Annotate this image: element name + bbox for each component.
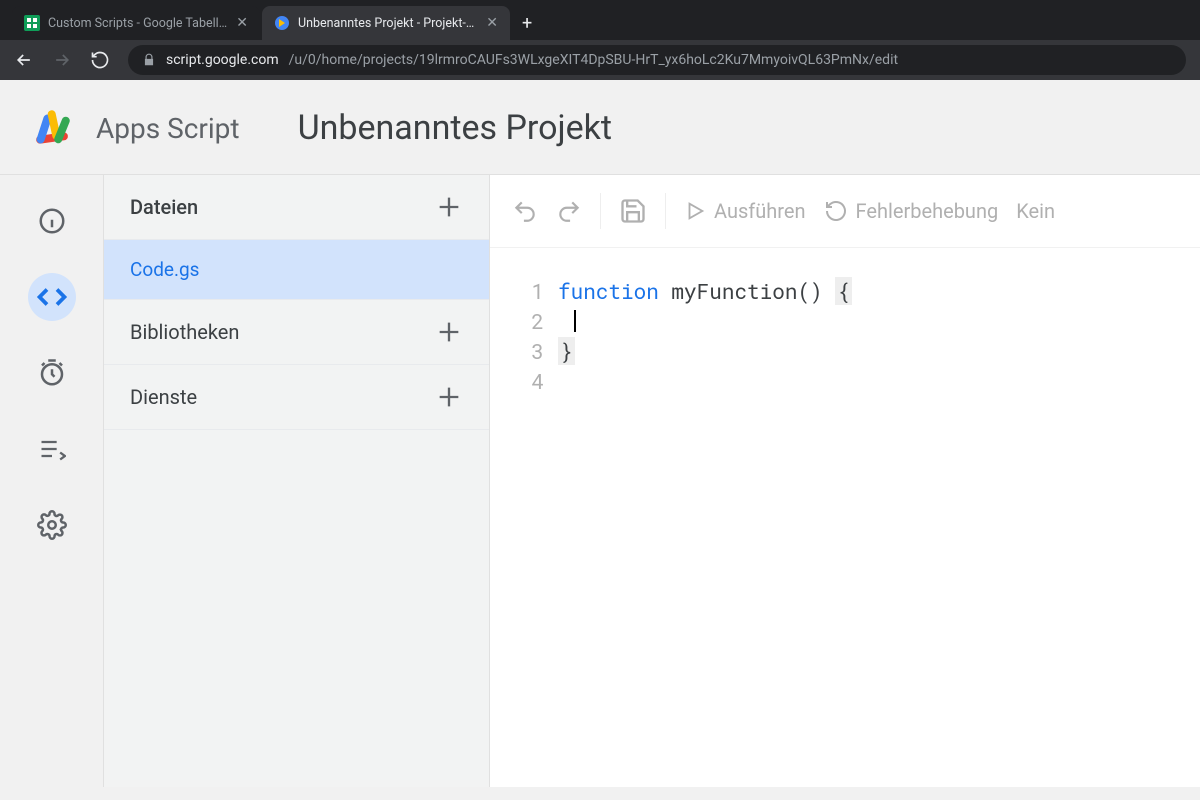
libraries-label: Bibliotheken xyxy=(130,320,239,344)
open-brace: { xyxy=(835,277,852,305)
debug-label: Fehlerbehebung xyxy=(856,199,999,223)
files-label: Dateien xyxy=(130,195,198,219)
code-editor[interactable]: 1 2 3 4 function myFunction() { } xyxy=(490,248,1200,396)
tab-title: Unbenanntes Projekt - Projekt-Editor xyxy=(298,16,478,31)
debug-button[interactable]: Fehlerbehebung xyxy=(824,199,999,223)
text-cursor xyxy=(574,310,576,332)
rail-overview[interactable] xyxy=(28,197,76,245)
line-gutter: 1 2 3 4 xyxy=(490,276,558,396)
sheets-favicon-icon xyxy=(24,15,40,31)
file-name: Code.gs xyxy=(130,258,199,281)
project-title[interactable]: Unbenanntes Projekt xyxy=(298,108,612,148)
source-code[interactable]: function myFunction() { } xyxy=(558,276,852,396)
browser-tab[interactable]: Custom Scripts - Google Tabellen ✕ xyxy=(12,6,260,40)
save-button[interactable] xyxy=(619,197,647,225)
add-library-button[interactable] xyxy=(435,318,463,346)
lock-icon xyxy=(142,53,156,67)
services-section-header: Dienste xyxy=(104,365,489,430)
rail-settings[interactable] xyxy=(28,501,76,549)
apps-script-logo-icon xyxy=(30,104,78,152)
forward-button[interactable] xyxy=(52,50,72,70)
keyword: function xyxy=(558,277,659,305)
editor-area: Ausführen Fehlerbehebung Kein 1 2 3 4 fu… xyxy=(490,175,1200,787)
address-bar: script.google.com/u/0/home/projects/19lr… xyxy=(0,40,1200,80)
services-label: Dienste xyxy=(130,385,197,409)
url-host: script.google.com xyxy=(166,52,279,68)
brand-title: Apps Script xyxy=(96,112,240,145)
browser-chrome: Custom Scripts - Google Tabellen ✕ Unben… xyxy=(0,0,1200,80)
editor-toolbar: Ausführen Fehlerbehebung Kein xyxy=(490,175,1200,248)
tab-bar: Custom Scripts - Google Tabellen ✕ Unben… xyxy=(0,0,1200,40)
rail-editor[interactable] xyxy=(28,273,76,321)
run-button[interactable]: Ausführen xyxy=(684,199,806,223)
new-tab-button[interactable]: + xyxy=(512,7,542,40)
line-number: 3 xyxy=(490,336,544,366)
libraries-section-header: Bibliotheken xyxy=(104,300,489,365)
reload-button[interactable] xyxy=(90,50,110,70)
url-path: /u/0/home/projects/19lrmroCAUFs3WLxgeXIT… xyxy=(289,52,898,68)
function-select[interactable]: Kein xyxy=(1016,199,1055,223)
code-text: myFunction() xyxy=(659,277,835,305)
left-rail xyxy=(0,175,104,787)
run-label: Ausführen xyxy=(714,199,806,223)
redo-button[interactable] xyxy=(556,198,582,224)
close-brace: } xyxy=(558,337,575,365)
files-panel: Dateien Code.gs Bibliotheken Dienste xyxy=(104,175,490,787)
rail-executions[interactable] xyxy=(28,425,76,473)
line-number: 4 xyxy=(490,366,544,396)
address-input[interactable]: script.google.com/u/0/home/projects/19lr… xyxy=(128,45,1186,75)
app-header: Apps Script Unbenanntes Projekt xyxy=(0,80,1200,175)
back-button[interactable] xyxy=(14,50,34,70)
files-section-header: Dateien xyxy=(104,175,489,240)
toolbar-separator xyxy=(665,193,666,229)
toolbar-separator xyxy=(600,193,601,229)
apps-script-favicon-icon xyxy=(274,15,290,31)
workspace: Dateien Code.gs Bibliotheken Dienste xyxy=(0,175,1200,787)
add-service-button[interactable] xyxy=(435,383,463,411)
line-number: 2 xyxy=(490,306,544,336)
file-item-code-gs[interactable]: Code.gs xyxy=(104,240,489,300)
browser-tab-active[interactable]: Unbenanntes Projekt - Projekt-Editor ✕ xyxy=(262,6,510,40)
line-number: 1 xyxy=(490,276,544,306)
close-icon[interactable]: ✕ xyxy=(236,15,248,31)
tab-title: Custom Scripts - Google Tabellen xyxy=(48,16,228,31)
undo-button[interactable] xyxy=(512,198,538,224)
add-file-button[interactable] xyxy=(435,193,463,221)
function-select-label: Kein xyxy=(1016,199,1055,223)
rail-triggers[interactable] xyxy=(28,349,76,397)
close-icon[interactable]: ✕ xyxy=(486,15,498,31)
